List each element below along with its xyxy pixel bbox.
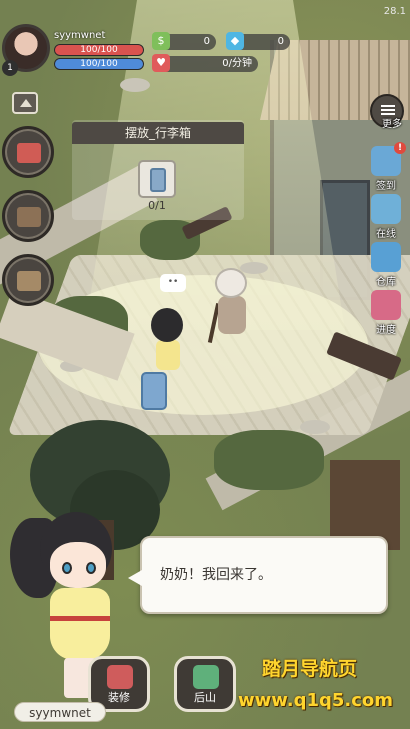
portrait-dress xyxy=(50,588,110,660)
portrait-eye xyxy=(86,562,96,574)
npc-speech-bubble: •• xyxy=(160,274,186,292)
progress-label: 进度 xyxy=(376,325,396,336)
warehouse-label: 仓库 xyxy=(376,277,396,288)
gem-value: 0 xyxy=(277,36,284,47)
heart-icon: ♥ xyxy=(152,54,170,72)
version-label: 28.1 xyxy=(383,6,406,17)
menu-icon xyxy=(381,105,395,107)
dialog-tail xyxy=(128,570,142,586)
player-hair xyxy=(151,308,183,342)
portrait-eye xyxy=(62,562,72,574)
cash-value: 0 xyxy=(203,36,210,47)
progress-icon xyxy=(371,290,401,320)
notification-badge: ! xyxy=(394,142,406,154)
hp-bar: 100/100 xyxy=(54,44,144,56)
gem-icon: ◆ xyxy=(226,32,244,50)
gem-counter[interactable]: ◆ 0 xyxy=(226,32,290,50)
online-label: 在线 xyxy=(376,229,396,240)
grandma-npc[interactable] xyxy=(207,268,252,348)
suitcase-icon xyxy=(150,168,166,192)
watermark-title: 踏月导航页 xyxy=(262,658,358,680)
cash-counter[interactable]: $ 0 xyxy=(152,32,216,50)
clock-icon xyxy=(371,194,401,224)
more-label: 更多 xyxy=(382,119,402,130)
grandma-head xyxy=(215,268,247,298)
mp-text: 100/100 xyxy=(80,59,118,69)
debris-icon xyxy=(17,207,41,227)
warehouse-icon xyxy=(371,242,401,272)
name-tag: syymwnet xyxy=(14,702,106,722)
rock xyxy=(120,78,150,92)
mp-bar: 100/100 xyxy=(54,58,144,70)
rock xyxy=(300,420,330,434)
task-title: 摆放_行李箱 xyxy=(72,122,244,144)
watermark-url: www.q1q5.com xyxy=(238,690,394,711)
portrait-belt xyxy=(50,616,110,621)
portrait-face xyxy=(50,542,106,588)
progress-button[interactable]: 进度 xyxy=(366,290,406,336)
task-item-slot[interactable] xyxy=(138,160,176,198)
broom-icon xyxy=(17,143,41,163)
cleanup-tool-button[interactable] xyxy=(2,126,54,178)
bush xyxy=(214,430,324,490)
box-icon xyxy=(17,271,41,291)
heart-rate-value: 0/分钟 xyxy=(222,58,252,69)
task-progress: 0/1 xyxy=(148,199,166,212)
backhill-label: 后山 xyxy=(194,691,216,704)
collapse-arrow-button[interactable] xyxy=(12,92,38,114)
online-button[interactable]: 在线 xyxy=(366,194,406,240)
heart-rate-counter[interactable]: ♥ 0/分钟 xyxy=(152,54,258,72)
hp-text: 100/100 xyxy=(80,45,118,55)
cash-icon: $ xyxy=(152,32,170,50)
player-dress xyxy=(156,340,180,370)
checkin-label: 签到 xyxy=(376,181,396,192)
box-button[interactable] xyxy=(2,254,54,306)
backhill-button[interactable]: 后山 xyxy=(174,656,236,712)
debris-button[interactable] xyxy=(2,190,54,242)
warehouse-button[interactable]: 仓库 xyxy=(366,242,406,288)
grandma-body xyxy=(218,296,246,334)
paint-roller-icon xyxy=(107,665,133,689)
player-name: syymwnet xyxy=(54,30,106,41)
suitcase[interactable] xyxy=(141,372,167,410)
level-badge: 1 xyxy=(2,60,18,76)
mountain-icon xyxy=(193,665,219,689)
dialog-text: 奶奶！我回来了。 xyxy=(160,567,272,583)
